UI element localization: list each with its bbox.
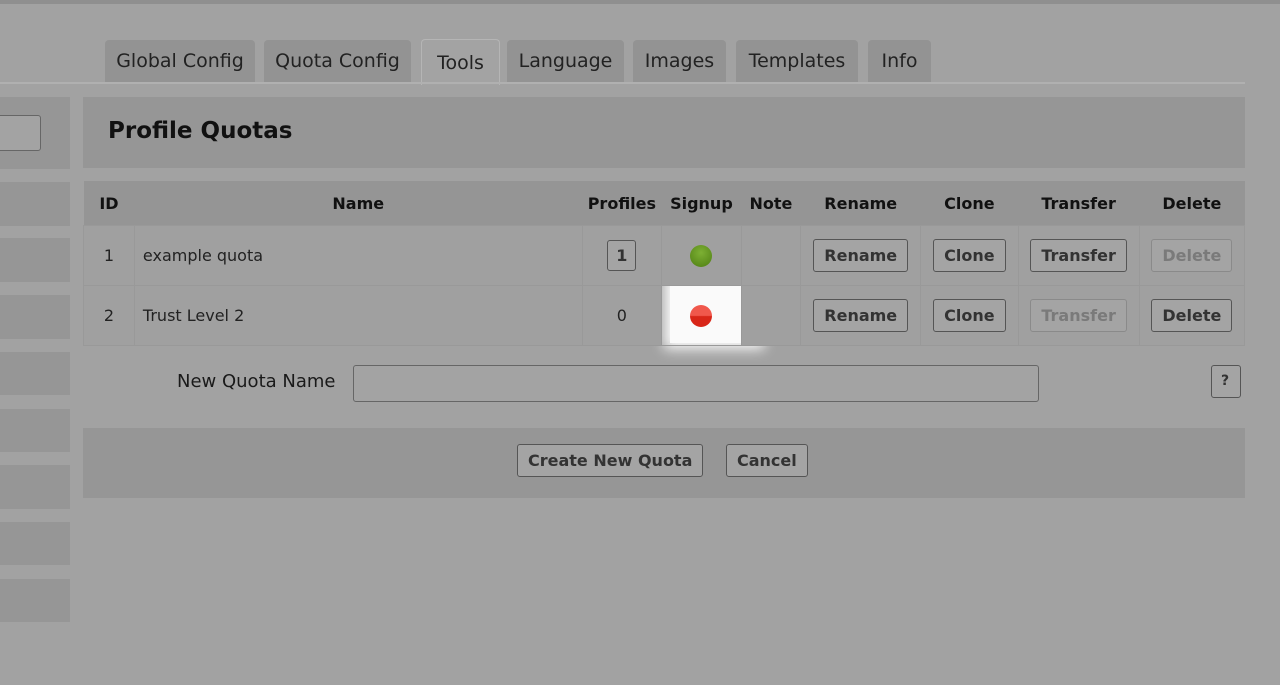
row-signup bbox=[661, 225, 742, 286]
sidebar-item[interactable] bbox=[0, 352, 70, 395]
table-row: 2 Trust Level 2 0 Rename Clone Transfer … bbox=[83, 285, 1246, 346]
row-transfer: Transfer bbox=[1017, 225, 1140, 286]
row-profiles: 1 bbox=[581, 225, 663, 286]
row-signup bbox=[661, 285, 742, 346]
delete-button[interactable]: Delete bbox=[1151, 299, 1233, 332]
rename-button[interactable]: Rename bbox=[813, 239, 909, 272]
row-id: 2 bbox=[83, 285, 135, 346]
new-quota-name-label: New Quota Name bbox=[177, 371, 336, 392]
row-transfer: Transfer bbox=[1017, 285, 1140, 346]
col-profiles: Profiles bbox=[582, 181, 662, 226]
col-signup: Signup bbox=[661, 181, 742, 226]
quotas-table: ID Name Profiles Signup Note Rename Clon… bbox=[83, 181, 1246, 346]
row-delete: Delete bbox=[1138, 285, 1246, 346]
tab-tools[interactable]: Tools bbox=[421, 39, 500, 85]
new-quota-name-input[interactable] bbox=[353, 365, 1039, 402]
row-clone: Clone bbox=[920, 285, 1019, 346]
signup-enabled-icon[interactable] bbox=[690, 244, 713, 267]
transfer-button-disabled: Transfer bbox=[1030, 299, 1127, 332]
cancel-button[interactable]: Cancel bbox=[726, 444, 808, 477]
clone-button[interactable]: Clone bbox=[933, 239, 1006, 272]
row-delete: Delete bbox=[1138, 225, 1246, 286]
sidebar-search-input[interactable] bbox=[0, 115, 41, 151]
tab-divider bbox=[0, 82, 1245, 84]
tab-images[interactable]: Images bbox=[633, 40, 726, 82]
table-row: 1 example quota 1 Rename Clone Transfer … bbox=[83, 225, 1246, 286]
row-note bbox=[740, 225, 802, 286]
col-id: ID bbox=[83, 181, 135, 226]
row-name: Trust Level 2 bbox=[133, 285, 583, 346]
signup-disabled-icon[interactable] bbox=[690, 304, 713, 327]
sidebar-item[interactable] bbox=[0, 409, 70, 452]
sidebar-item[interactable] bbox=[0, 579, 70, 622]
profiles-count-button[interactable]: 1 bbox=[607, 240, 637, 271]
row-id: 1 bbox=[83, 225, 135, 286]
transfer-button[interactable]: Transfer bbox=[1030, 239, 1127, 272]
row-clone: Clone bbox=[920, 225, 1019, 286]
tab-info[interactable]: Info bbox=[868, 40, 931, 82]
help-button[interactable]: ? bbox=[1211, 365, 1241, 398]
col-transfer: Transfer bbox=[1018, 181, 1140, 226]
page-title: Profile Quotas bbox=[108, 118, 293, 144]
rename-button[interactable]: Rename bbox=[813, 299, 909, 332]
sidebar-item[interactable] bbox=[0, 295, 70, 339]
col-name: Name bbox=[134, 181, 583, 226]
row-profiles: 0 bbox=[581, 285, 663, 346]
row-rename: Rename bbox=[800, 225, 922, 286]
col-delete: Delete bbox=[1139, 181, 1245, 226]
tab-templates[interactable]: Templates bbox=[736, 40, 858, 82]
col-clone: Clone bbox=[920, 181, 1019, 226]
delete-button-disabled: Delete bbox=[1151, 239, 1233, 272]
col-rename: Rename bbox=[800, 181, 921, 226]
row-rename: Rename bbox=[800, 285, 922, 346]
sidebar-item[interactable] bbox=[0, 238, 70, 282]
tab-language[interactable]: Language bbox=[507, 40, 624, 82]
create-new-quota-button[interactable]: Create New Quota bbox=[517, 444, 704, 477]
sidebar-item[interactable] bbox=[0, 522, 70, 565]
sidebar-item[interactable] bbox=[0, 182, 70, 226]
row-note bbox=[740, 285, 802, 346]
tab-quota-config[interactable]: Quota Config bbox=[264, 40, 411, 82]
col-note: Note bbox=[741, 181, 801, 226]
top-strip bbox=[0, 0, 1280, 4]
table-header-row: ID Name Profiles Signup Note Rename Clon… bbox=[83, 181, 1245, 226]
sidebar-item[interactable] bbox=[0, 465, 70, 509]
row-name: example quota bbox=[133, 225, 583, 286]
clone-button[interactable]: Clone bbox=[933, 299, 1006, 332]
tab-global-config[interactable]: Global Config bbox=[105, 40, 255, 82]
